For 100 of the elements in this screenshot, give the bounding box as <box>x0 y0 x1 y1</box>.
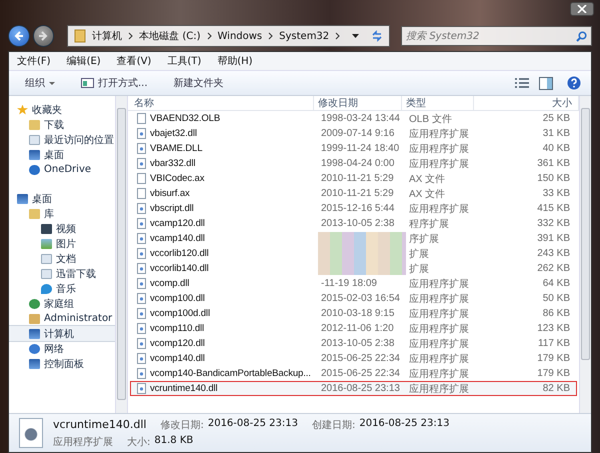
size-text: 179 KB <box>537 368 570 379</box>
dll-file-icon <box>137 263 146 274</box>
dll-file-icon <box>137 203 146 214</box>
folder-icon <box>29 208 40 218</box>
refresh-icon[interactable] <box>371 30 384 42</box>
sidebar-item[interactable]: 桌面 <box>9 191 115 206</box>
file-row[interactable]: vcomp100d.dll 2010-03-18 9:15 应用程序扩展 86 KB <box>130 306 577 321</box>
search-field[interactable]: 搜索 System32 <box>401 26 592 46</box>
dll-file-icon <box>137 353 146 364</box>
sidebar-item[interactable]: 桌面 <box>9 147 115 162</box>
size-text: 40 KB <box>542 143 570 154</box>
file-name: vcamp140.dll <box>150 233 205 244</box>
sidebar-item[interactable]: 家庭组 <box>9 296 115 311</box>
menu-item[interactable]: 查看(V) <box>108 54 160 68</box>
file-row[interactable]: VBAEND32.OLB 1998-03-24 13:44 OLB 文件 25 KB <box>130 111 577 126</box>
toolbar-button[interactable]: 组织 <box>19 74 61 92</box>
file-row[interactable]: vcomp140.dll 2015-06-25 22:34 应用程序扩展 179 KB <box>130 351 577 366</box>
date-text: 2015-06-25 22:34 <box>321 353 400 364</box>
preview-pane-icon[interactable] <box>539 76 553 90</box>
close-icon <box>577 5 587 13</box>
file-name: vcruntime140.dll <box>53 418 146 432</box>
address-bar[interactable]: 计算机 本地磁盘 (C:) Windows System32 <box>67 25 390 47</box>
date-text: -11-19 18:09 <box>321 278 377 289</box>
file-row[interactable]: vcamp120.dll 2013-10-05 2:38 程序扩展 332 KB <box>130 216 577 231</box>
sidebar-item[interactable]: 迅雷下载 <box>9 266 115 281</box>
sidebar-item[interactable]: 库 <box>9 206 115 221</box>
sidebar-item[interactable]: OneDrive <box>9 162 115 177</box>
sidebar-item[interactable]: 图片 <box>9 236 115 251</box>
size-text: 50 KB <box>542 293 570 304</box>
file-row[interactable]: vbscript.dll 2015-12-16 5:44 应用程序扩展 415 KB <box>130 201 577 216</box>
file-row[interactable]: vcomp.dll -11-19 18:09 应用程序扩展 64 KB <box>130 276 577 291</box>
column-header[interactable]: 修改日期 <box>314 96 402 110</box>
folder-icon <box>74 29 86 43</box>
dll-file-icon <box>137 218 146 229</box>
help-icon[interactable] <box>567 76 581 90</box>
back-button[interactable] <box>8 25 30 47</box>
breadcrumb-item[interactable]: Windows <box>218 30 262 42</box>
field-label: 大小: <box>127 436 150 448</box>
file-row[interactable]: vccorlib120.dll 扩展 243 KB <box>130 246 577 261</box>
dll-file-icon <box>137 293 146 304</box>
sidebar-item[interactable]: 文档 <box>9 251 115 266</box>
file-name: vbar332.dll <box>150 158 196 169</box>
file-name: vcamp120.dll <box>150 218 205 229</box>
file-row[interactable]: vcomp140-BandicamPortableBackup... 2015-06-25 22:34 应用程序扩展 179 KB <box>130 366 577 381</box>
sidebar-item[interactable]: 下载 <box>9 117 115 132</box>
scrollbar[interactable] <box>579 96 591 413</box>
sidebar-item[interactable]: 音乐 <box>9 281 115 296</box>
file-row[interactable]: vcruntime140.dll 2016-08-25 23:13 应用程序扩展 82 KB <box>130 381 577 396</box>
dll-file-icon <box>137 143 146 154</box>
dll-file-icon <box>137 278 146 289</box>
dropdown-caret-icon[interactable] <box>352 34 360 38</box>
file-row[interactable]: vbisurf.ax 2010-11-21 5:29 AX 文件 33 KB <box>130 186 577 201</box>
menu-item[interactable]: 文件(F) <box>9 54 59 68</box>
chevron-icon <box>206 32 212 40</box>
sidebar-item[interactable]: 视频 <box>9 221 115 236</box>
breadcrumb-item[interactable]: System32 <box>279 30 330 42</box>
date-text: 1999-11-24 18:40 <box>321 143 400 154</box>
file-row[interactable]: vcomp110.dll 2012-11-06 1:20 应用程序扩展 123 KB <box>130 321 577 336</box>
file-name: vccorlib140.dll <box>150 263 209 274</box>
toolbar-button[interactable]: 新建文件夹 <box>168 74 230 92</box>
file-row[interactable]: vcomp100.dll 2015-02-03 16:54 应用程序扩展 50 KB <box>130 291 577 306</box>
file-icon <box>137 173 146 184</box>
sidebar-item[interactable]: Administrator <box>9 311 115 326</box>
file-name: VBAEND32.OLB <box>150 113 220 124</box>
file-row[interactable]: VBICodec.ax 2010-11-21 5:29 AX 文件 150 KB <box>130 171 577 186</box>
file-name: vcomp100d.dll <box>150 308 210 319</box>
field-value: 2016-08-25 23:13 <box>208 418 298 430</box>
file-row[interactable]: vcomp120.dll 2013-10-05 2:38 应用程序扩展 117 KB <box>130 336 577 351</box>
scrollbar[interactable] <box>115 96 127 413</box>
file-row[interactable]: VBAME.DLL 1999-11-24 18:40 应用程序扩展 40 KB <box>130 141 577 156</box>
breadcrumb-item[interactable]: 本地磁盘 (C:) <box>139 29 200 43</box>
file-row[interactable]: vccorlib140.dll 扩展 262 KB <box>130 261 577 276</box>
view-list-icon[interactable] <box>515 78 529 88</box>
menu-item[interactable]: 帮助(H) <box>209 54 261 68</box>
sidebar-item[interactable]: 网络 <box>9 341 115 356</box>
column-header[interactable]: 类型 <box>402 96 474 110</box>
date-text: 2013-10-05 2:38 <box>321 218 394 229</box>
dll-file-icon <box>137 308 146 319</box>
dll-file-icon <box>137 323 146 334</box>
breadcrumb-item[interactable]: 计算机 <box>92 29 122 43</box>
column-header[interactable]: 名称 <box>128 96 314 110</box>
menu-item[interactable]: 工具(T) <box>159 54 210 68</box>
file-icon <box>137 188 146 199</box>
sidebar-item[interactable]: 控制面板 <box>9 356 115 371</box>
file-type: 应用程序扩展 <box>53 436 113 448</box>
forward-button[interactable] <box>32 25 54 47</box>
close-button[interactable] <box>570 2 594 16</box>
sidebar-item[interactable]: 最近访问的位置 <box>9 132 115 147</box>
sidebar-item[interactable]: 计算机 <box>9 326 115 341</box>
date-text: 1998-04-24 0:00 <box>321 158 394 169</box>
toolbar-button[interactable]: 打开方式... <box>75 74 154 92</box>
menu-item[interactable]: 编辑(E) <box>58 54 109 68</box>
date-text: 2015-12-16 5:44 <box>321 203 394 214</box>
file-row[interactable]: vbajet32.dll 2009-07-14 9:16 应用程序扩展 31 KB <box>130 126 577 141</box>
field-value: 81.8 KB <box>154 434 194 448</box>
file-row[interactable]: vbar332.dll 1998-04-24 0:00 应用程序扩展 361 KB <box>130 156 577 171</box>
file-row[interactable]: vcamp140.dll 序扩展 391 KB <box>130 231 577 246</box>
file-name: vcomp.dll <box>150 278 190 289</box>
date-text: 2009-07-14 9:16 <box>321 128 394 139</box>
sidebar-item[interactable]: 收藏夹 <box>9 102 115 117</box>
